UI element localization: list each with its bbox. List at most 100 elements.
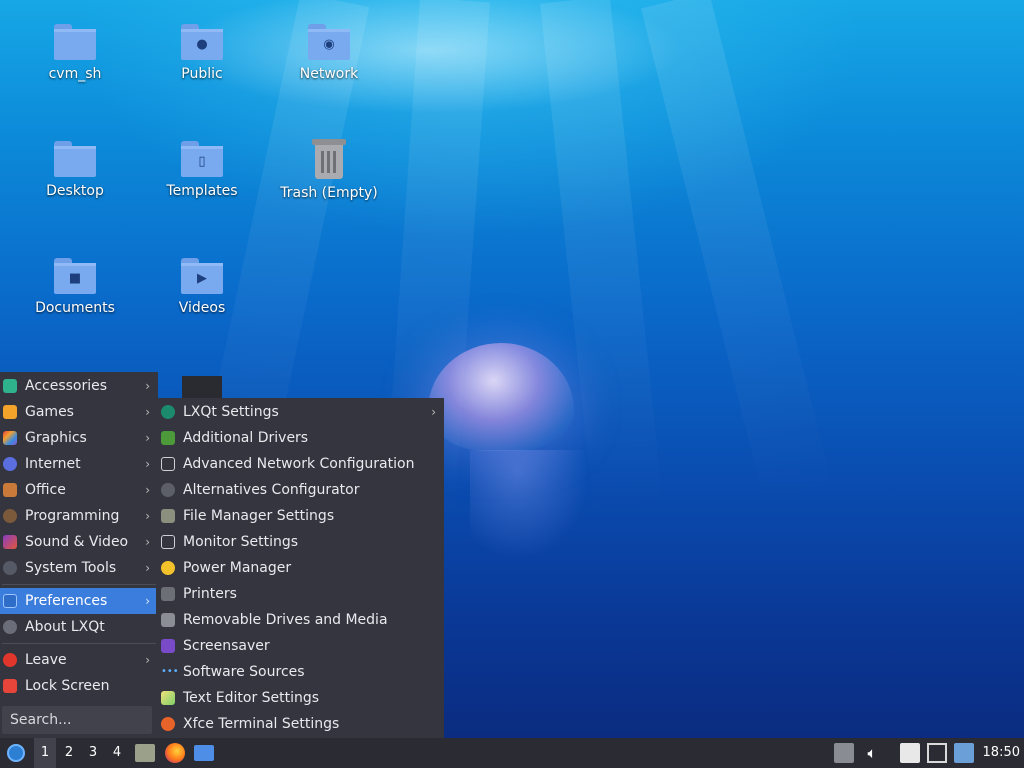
chevron-right-icon: ›: [145, 653, 150, 667]
alternatives-icon: [161, 483, 175, 497]
chevron-right-icon: ›: [145, 379, 150, 393]
desktop-icon-documents[interactable]: ■ Documents: [20, 258, 130, 316]
menu-item-label: Sound & Video: [25, 534, 129, 550]
programming-icon: [3, 509, 17, 523]
menu-item-label: LXQt Settings: [183, 404, 279, 420]
network-icon[interactable]: [927, 743, 947, 763]
volume-icon[interactable]: 🔈︎: [862, 743, 882, 763]
terminal-icon: [161, 717, 175, 731]
document-icon: ■: [68, 271, 82, 286]
menu-item-power-manager[interactable]: Power Manager: [156, 555, 444, 581]
video-icon: ▶: [197, 271, 207, 286]
main-menu-button[interactable]: [4, 738, 28, 768]
menu-item-software-sources[interactable]: ••• Software Sources: [156, 659, 444, 685]
menu-item-office[interactable]: Office ›: [0, 477, 158, 503]
tray-expand-icon[interactable]: [834, 743, 854, 763]
menu-item-programming[interactable]: Programming ›: [0, 503, 158, 529]
menu-item-accessories[interactable]: Accessories ›: [0, 373, 158, 399]
games-icon: [3, 405, 17, 419]
office-icon: [3, 483, 17, 497]
clipboard-icon[interactable]: [900, 743, 920, 763]
globe-icon: ◉: [323, 37, 335, 52]
search-placeholder: Search...: [10, 712, 72, 728]
desktop-switcher-4[interactable]: 4: [106, 738, 128, 768]
menu-item-label: Text Editor Settings: [183, 690, 320, 706]
desktop-icon-public[interactable]: ● Public: [147, 24, 257, 82]
chevron-right-icon: ›: [431, 405, 436, 419]
chevron-right-icon: ›: [145, 509, 150, 523]
menu-item-leave[interactable]: Leave ›: [0, 647, 158, 673]
menu-item-preferences[interactable]: Preferences ›: [0, 588, 158, 614]
chevron-right-icon: ›: [145, 457, 150, 471]
menu-item-games[interactable]: Games ›: [0, 399, 158, 425]
menu-item-label: Printers: [183, 586, 237, 602]
menu-item-label: File Manager Settings: [183, 508, 335, 524]
clock[interactable]: 18:50: [983, 738, 1020, 768]
menu-item-advanced-network-configuration[interactable]: Advanced Network Configuration: [156, 451, 444, 477]
menu-item-label: Graphics: [25, 430, 87, 446]
menu-separator: [2, 643, 156, 644]
menu-item-label: Alternatives Configurator: [183, 482, 360, 498]
folder-icon: [54, 141, 96, 177]
removable-drive-icon: [161, 613, 175, 627]
firefox-launcher[interactable]: [163, 738, 187, 768]
monitor-icon: [161, 535, 175, 549]
menu-item-monitor-settings[interactable]: Monitor Settings: [156, 529, 444, 555]
show-desktop-button[interactable]: [192, 738, 216, 768]
menu-item-screensaver[interactable]: Screensaver: [156, 633, 444, 659]
menu-item-label: Preferences: [25, 593, 108, 609]
menu-item-printers[interactable]: Printers: [156, 581, 444, 607]
menu-item-system-tools[interactable]: System Tools ›: [0, 555, 158, 581]
desktop-icon-videos[interactable]: ▶ Videos: [147, 258, 257, 316]
accessories-icon: [3, 379, 17, 393]
desktop-number: 2: [64, 745, 74, 760]
desktop-icon-label: Trash (Empty): [280, 185, 378, 201]
menu-item-alternatives-configurator[interactable]: Alternatives Configurator: [156, 477, 444, 503]
desktop-icon-cvm_sh[interactable]: cvm_sh: [20, 24, 130, 82]
desktop-switcher-1[interactable]: 1: [34, 738, 56, 768]
info-icon: [3, 620, 17, 634]
main-menu: Accessories › Games › Graphics › Interne…: [0, 372, 158, 738]
menu-item-label: Accessories: [25, 378, 108, 394]
desktop-icon-desktop[interactable]: Desktop: [20, 141, 130, 199]
menu-item-additional-drivers[interactable]: Additional Drivers: [156, 425, 444, 451]
folder-icon: [54, 24, 96, 60]
desktop-icon-network[interactable]: ◉ Network: [274, 24, 384, 82]
menu-item-lxqt-settings[interactable]: LXQt Settings ›: [156, 399, 444, 425]
menu-item-xfce-terminal-settings[interactable]: Xfce Terminal Settings: [156, 711, 444, 737]
menu-item-label: System Tools: [25, 560, 117, 576]
menu-item-sound-video[interactable]: Sound & Video ›: [0, 529, 158, 555]
menu-item-label: Games: [25, 404, 74, 420]
desktop-icon-label: Documents: [35, 300, 115, 316]
menu-item-label: Xfce Terminal Settings: [183, 716, 340, 732]
system-tools-icon: [3, 561, 17, 575]
menu-item-about-lxqt[interactable]: About LXQt: [0, 614, 158, 640]
menu-item-label: About LXQt: [25, 619, 105, 635]
menu-item-internet[interactable]: Internet ›: [0, 451, 158, 477]
desktop-switcher-3[interactable]: 3: [82, 738, 104, 768]
update-notifier-icon[interactable]: [954, 743, 974, 763]
desktop-icon-label: Public: [181, 66, 223, 82]
menu-item-text-editor-settings[interactable]: Text Editor Settings: [156, 685, 444, 711]
desktop-icon-trash[interactable]: Trash (Empty): [274, 139, 384, 201]
folder-icon: ▯: [181, 141, 223, 177]
software-sources-icon: •••: [161, 665, 179, 679]
desktop-number: 4: [112, 745, 122, 760]
lxqt-settings-icon: [161, 405, 175, 419]
preferences-submenu: LXQt Settings › Additional Drivers Advan…: [156, 398, 444, 738]
menu-item-file-manager-settings[interactable]: File Manager Settings: [156, 503, 444, 529]
file-manager-launcher[interactable]: [133, 738, 157, 768]
desktop-icon-templates[interactable]: ▯ Templates: [147, 141, 257, 199]
desktop-icon-label: Videos: [178, 300, 226, 316]
network-config-icon: [161, 457, 175, 471]
desktop-switcher-2[interactable]: 2: [58, 738, 80, 768]
menu-item-graphics[interactable]: Graphics ›: [0, 425, 158, 451]
menu-item-lock-screen[interactable]: Lock Screen: [0, 673, 158, 699]
file-manager-launcher-icon: [135, 744, 155, 762]
sound-video-icon: [3, 535, 17, 549]
chevron-right-icon: ›: [145, 431, 150, 445]
menu-item-removable-drives-and-media[interactable]: Removable Drives and Media: [156, 607, 444, 633]
menu-search-input[interactable]: Search...: [2, 706, 152, 734]
drivers-icon: [161, 431, 175, 445]
light-ray: [540, 0, 665, 521]
